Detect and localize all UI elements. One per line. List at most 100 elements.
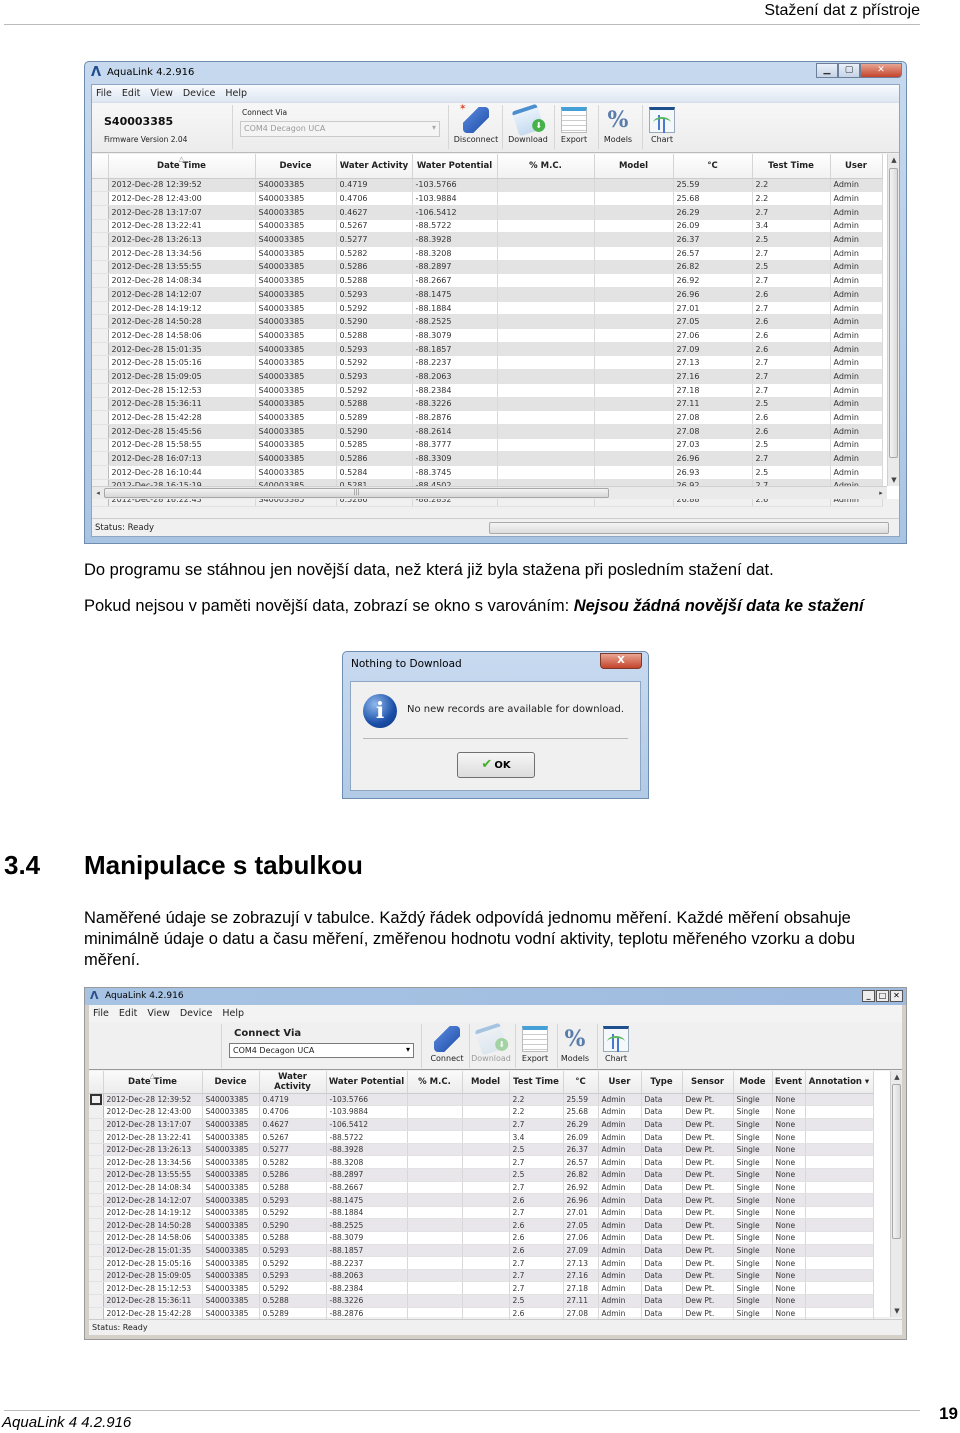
row-selector[interactable] [89, 1118, 104, 1132]
table-row[interactable]: 2012-Dec-28 16:10:44 S40003385 0.5284 -88.3… [92, 465, 883, 480]
table-row[interactable]: 2012-Dec-28 15:45:56 S40003385 0.5290 -88.2… [92, 424, 883, 439]
column-header[interactable]: User [830, 154, 883, 179]
row-selector[interactable] [89, 1307, 104, 1321]
models-button[interactable]: % Models [594, 105, 642, 149]
row-selector[interactable] [92, 424, 109, 439]
column-header[interactable]: Test Time [509, 1071, 564, 1094]
scrollbar-thumb[interactable] [889, 168, 898, 458]
table-row[interactable]: 2012-Dec-28 13:34:56 S40003385 0.5282 -88.3… [92, 246, 883, 261]
table-row[interactable]: 2012-Dec-28 15:42:28 S40003385 0.5289 -88.2… [92, 410, 883, 425]
row-selector[interactable] [92, 246, 109, 261]
row-selector[interactable] [92, 219, 109, 234]
column-header[interactable]: Test Time [752, 154, 831, 179]
export-button[interactable]: Export [550, 105, 598, 149]
row-selector[interactable] [89, 1130, 104, 1144]
table-row[interactable]: 2012-Dec-28 15:58:55 S40003385 0.5285 -88.3… [92, 438, 883, 453]
row-selector[interactable] [89, 1231, 104, 1245]
row-selector[interactable] [92, 205, 109, 220]
row-selector[interactable] [89, 1244, 104, 1258]
maximize-button[interactable]: □ [876, 990, 889, 1002]
row-selector[interactable] [92, 342, 109, 357]
table-row[interactable]: 2012-Dec-28 12:43:00 S40003385 0.4706 -103.… [89, 1105, 874, 1119]
connect-via-select[interactable]: COM4 Decagon UCA ▾ [229, 1043, 414, 1058]
dialog-close-button[interactable]: X [600, 653, 642, 669]
row-selector[interactable] [92, 260, 109, 275]
menu-help[interactable]: Help [222, 1008, 244, 1019]
row-selector[interactable] [89, 1105, 104, 1119]
row-selector[interactable] [92, 328, 109, 343]
menu-edit[interactable]: Edit [122, 88, 140, 99]
row-selector[interactable] [92, 369, 109, 384]
table-row[interactable]: 2012-Dec-28 15:09:05 S40003385 0.5293 -88.2… [92, 369, 883, 384]
horizontal-scrollbar[interactable]: ◂ ||| ▸ [92, 486, 887, 499]
table-row[interactable]: 2012-Dec-28 14:12:07 S40003385 0.5293 -88.1… [92, 287, 883, 302]
hscrollbar-thumb[interactable]: ||| [104, 488, 609, 498]
menu-help[interactable]: Help [225, 88, 247, 99]
table-row[interactable]: 2012-Dec-28 15:01:35 S40003385 0.5293 -88.1… [89, 1244, 874, 1258]
row-selector[interactable] [89, 1218, 104, 1233]
column-header[interactable]: Mode [733, 1071, 773, 1094]
table-row[interactable]: 2012-Dec-28 14:12:07 S40003385 0.5293 -88.1… [89, 1193, 874, 1207]
scroll-up-icon[interactable]: ▲ [888, 154, 900, 166]
row-selector[interactable] [92, 410, 109, 425]
column-header[interactable]: Sensor [682, 1071, 734, 1094]
menu-device[interactable]: Device [180, 1008, 213, 1019]
table-row[interactable]: 2012-Dec-28 15:36:11 S40003385 0.5288 -88.3… [89, 1294, 874, 1308]
row-selector[interactable] [89, 1206, 104, 1220]
row-selector[interactable] [92, 232, 109, 247]
table-row[interactable]: 2012-Dec-28 14:19:12 S40003385 0.5292 -88.1… [92, 301, 883, 316]
row-selector[interactable] [92, 301, 109, 316]
table-row[interactable]: 2012-Dec-28 15:09:05 S40003385 0.5293 -88.2… [89, 1269, 874, 1283]
table-row[interactable]: 2012-Dec-28 12:43:00 S40003385 0.4706 -103.… [92, 191, 883, 206]
menu-view[interactable]: View [147, 1008, 170, 1019]
column-header[interactable]: △ Date Time [103, 1071, 203, 1094]
vertical-scrollbar[interactable]: ▲ ▼ [890, 1071, 902, 1317]
column-header[interactable]: Type [641, 1071, 683, 1094]
row-selector[interactable] [89, 1269, 104, 1283]
chart-button[interactable]: Chart [592, 1024, 640, 1068]
row-selector[interactable] [92, 355, 109, 371]
menu-device[interactable]: Device [183, 88, 216, 99]
column-header[interactable]: Water Potential [326, 1071, 408, 1094]
table-row[interactable]: 2012-Dec-28 15:05:16 S40003385 0.5292 -88.2… [89, 1256, 874, 1270]
row-selector[interactable] [89, 1143, 104, 1157]
table-row[interactable]: 2012-Dec-28 14:19:12 S40003385 0.5292 -88.1… [89, 1206, 874, 1220]
connect-button[interactable]: Connect [423, 1024, 471, 1068]
table-row[interactable]: 2012-Dec-28 14:08:34 S40003385 0.5288 -88.2… [92, 273, 883, 288]
column-header[interactable]: °C [673, 154, 753, 179]
column-header[interactable]: Water Activity [336, 154, 413, 179]
row-selector[interactable] [89, 1193, 104, 1207]
table-row[interactable]: 2012-Dec-28 15:36:11 S40003385 0.5288 -88.3… [92, 397, 883, 412]
table-row[interactable]: 2012-Dec-28 13:55:55 S40003385 0.5286 -88.2… [89, 1168, 874, 1182]
table-row[interactable]: 2012-Dec-28 15:12:53 S40003385 0.5292 -88.2… [89, 1281, 874, 1295]
scroll-left-icon[interactable]: ◂ [92, 487, 104, 499]
row-selector[interactable] [89, 1281, 104, 1295]
table-row[interactable]: 2012-Dec-28 12:39:52 S40003385 0.4719 -103.… [92, 178, 883, 193]
column-header[interactable]: Model [594, 154, 674, 179]
table-row[interactable]: 2012-Dec-28 13:17:07 S40003385 0.4627 -106.… [89, 1118, 874, 1132]
chart-button[interactable]: Chart [638, 105, 686, 149]
scroll-down-icon[interactable]: ▼ [888, 474, 900, 486]
scroll-right-icon[interactable]: ▸ [875, 487, 887, 499]
row-selector[interactable] [92, 438, 109, 453]
table-row[interactable]: 2012-Dec-28 14:50:28 S40003385 0.5290 -88.2… [89, 1218, 874, 1233]
row-selector[interactable] [89, 1093, 104, 1107]
column-header[interactable]: % M.C. [407, 1071, 463, 1094]
row-selector[interactable] [92, 383, 109, 398]
column-header[interactable]: Device [202, 1071, 260, 1094]
menu-view[interactable]: View [150, 88, 173, 99]
row-selector[interactable] [92, 451, 109, 466]
row-selector[interactable] [92, 273, 109, 288]
table-row[interactable]: 2012-Dec-28 12:39:52 S40003385 0.4719 -103.… [89, 1093, 874, 1107]
table-row[interactable]: 2012-Dec-28 15:42:28 S40003385 0.5289 -88.2… [89, 1307, 874, 1321]
connect-via-select[interactable]: COM4 Decagon UCA ▾ [240, 121, 440, 137]
row-selector[interactable] [89, 1256, 104, 1270]
row-selector[interactable] [89, 1294, 104, 1308]
download-button[interactable]: ⬇ Download [504, 103, 552, 149]
table-row[interactable]: 2012-Dec-28 14:08:34 S40003385 0.5288 -88.2… [89, 1181, 874, 1195]
table-row[interactable]: 2012-Dec-28 13:26:13 S40003385 0.5277 -88.3… [92, 232, 883, 247]
column-header[interactable]: Water Activity [259, 1071, 327, 1094]
table-row[interactable]: 2012-Dec-28 16:07:13 S40003385 0.5286 -88.3… [92, 451, 883, 466]
table-row[interactable]: 2012-Dec-28 15:12:53 S40003385 0.5292 -88.2… [92, 383, 883, 398]
table-row[interactable]: 2012-Dec-28 15:01:35 S40003385 0.5293 -88.1… [92, 342, 883, 357]
